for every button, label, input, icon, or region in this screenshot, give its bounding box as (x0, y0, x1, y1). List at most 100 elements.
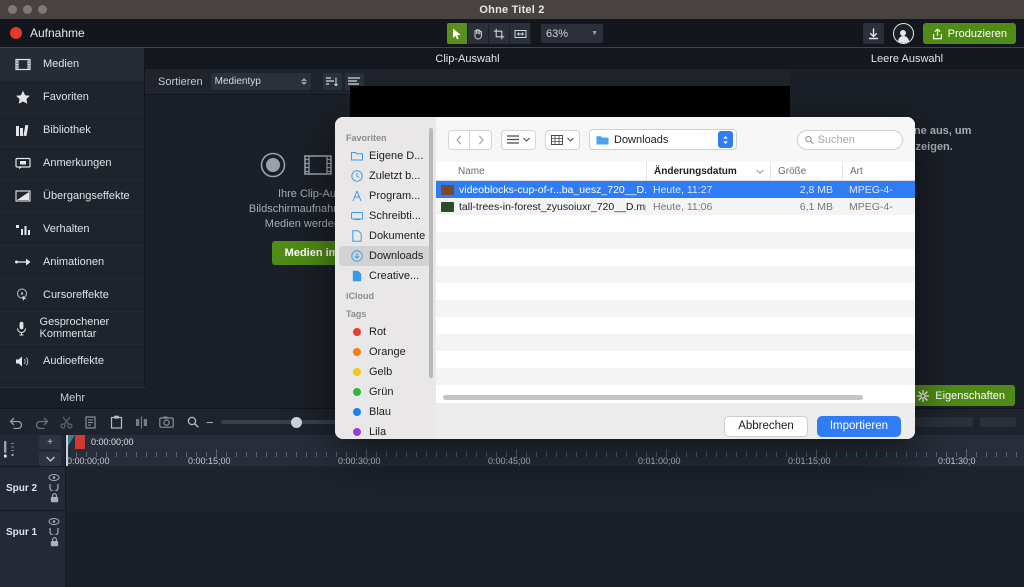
file-row-empty (436, 351, 915, 368)
sidebar-item-uebergangseffekte[interactable]: Übergangseffekte (0, 180, 144, 213)
dialog-sidebar-item[interactable]: Program... (339, 186, 431, 206)
column-date[interactable]: Änderungsdatum (646, 162, 770, 180)
dialog-sidebar-item[interactable]: Zuletzt b... (339, 166, 431, 186)
dialog-tag-item[interactable]: Orange (339, 342, 431, 362)
dialog-sidebar-item[interactable]: Dokumente (339, 226, 431, 246)
forward-button[interactable] (470, 129, 492, 150)
loop-icon[interactable] (48, 483, 60, 491)
zoom-out-button[interactable]: − (206, 416, 214, 429)
sidebar-item-gesprochener-kommentar[interactable]: Gesprochener Kommentar (0, 312, 144, 345)
file-row-empty (436, 317, 915, 334)
collapse-tracks-button[interactable] (39, 452, 61, 466)
stepper-icon (300, 78, 307, 85)
dialog-tag-item[interactable]: Grün (339, 382, 431, 402)
file-kind: MPEG-4- (849, 183, 893, 196)
column-size[interactable]: Größe (770, 162, 842, 180)
file-row-empty (436, 300, 915, 317)
produce-button[interactable]: Produzieren (922, 23, 1016, 44)
location-select[interactable]: Downloads (589, 129, 737, 150)
sidebar-item-animationen[interactable]: Animationen (0, 246, 144, 279)
track-icons (48, 474, 60, 503)
list-view-toggle[interactable] (501, 129, 536, 150)
sidebar-item-anmerkungen[interactable]: Anmerkungen (0, 147, 144, 180)
playhead-marker[interactable]: 0:00:00;00 (66, 435, 134, 449)
playhead-handle[interactable] (75, 435, 85, 449)
sort-value: Medientyp (214, 76, 261, 87)
properties-button[interactable]: Eigenschaften (907, 385, 1015, 406)
favorites-list: Eigene D... Zuletzt b... Program... Schreib… (335, 146, 436, 286)
dialog-sidebar-item-label: Creative... (369, 270, 420, 282)
zoom-level-select[interactable]: 63% ▼ (541, 24, 603, 43)
dialog-tag-item[interactable]: Lila (339, 422, 431, 439)
file-name-cell: tall-trees-in-forest_zyusoiuxr_720__D.mp… (436, 201, 646, 213)
track-header-row[interactable]: Spur 1 (0, 510, 65, 554)
sidebar-item-verhalten[interactable]: Verhalten (0, 213, 144, 246)
dialog-sidebar-item[interactable]: Creative... (339, 266, 431, 286)
sidebar-item-audioeffekte[interactable]: Audioeffekte (0, 345, 144, 378)
folder-icon (350, 151, 363, 161)
dialog-tag-item[interactable]: Blau (339, 402, 431, 422)
canvas-tools: 63% ▼ (447, 23, 603, 44)
timeline-zoom-slider[interactable] (220, 416, 339, 428)
sidebar-item-favoriten[interactable]: Favoriten (0, 81, 144, 114)
hand-tool-button[interactable] (468, 23, 489, 44)
cut-icon[interactable] (54, 410, 79, 435)
sort-select[interactable]: Medientyp (210, 73, 311, 90)
paste-icon[interactable] (104, 410, 129, 435)
select-tool-button[interactable] (447, 23, 468, 44)
copy-icon[interactable] (79, 410, 104, 435)
list-view-button[interactable] (322, 73, 342, 90)
eye-icon[interactable] (48, 518, 60, 525)
lock-icon[interactable] (50, 493, 59, 503)
track-lane[interactable] (66, 466, 1024, 510)
sidebar-item-cursoreffekte[interactable]: Cursoreffekte (0, 279, 144, 312)
zoom-slider-handle[interactable] (290, 416, 302, 428)
column-kind[interactable]: Art (842, 162, 915, 180)
dialog-sidebar-item[interactable]: Downloads (339, 246, 431, 266)
cancel-button[interactable]: Abbrechen (724, 415, 808, 437)
animation-icon (14, 257, 32, 267)
add-track-button[interactable]: + (39, 435, 61, 449)
lock-icon[interactable] (50, 537, 59, 547)
file-list-hscrollbar[interactable] (436, 391, 915, 403)
redo-icon[interactable] (29, 410, 54, 435)
dialog-sidebar-item[interactable]: Eigene D... (339, 146, 431, 166)
snapshot-icon[interactable] (154, 410, 179, 435)
sidebar-item-medien[interactable]: Medien (0, 48, 144, 81)
sidebar-item-bibliothek[interactable]: Bibliothek (0, 114, 144, 147)
record-button[interactable]: Aufnahme (0, 26, 85, 40)
eye-icon[interactable] (48, 474, 60, 481)
tracks-area[interactable] (66, 466, 1024, 587)
back-button[interactable] (448, 129, 470, 150)
sidebar-scrollbar[interactable] (429, 128, 433, 378)
cursor-icon (14, 288, 32, 302)
file-date: Heute, 11:27 (653, 183, 713, 196)
dialog-sidebar-item[interactable]: Schreibti... (339, 206, 431, 226)
column-name[interactable]: Name (436, 162, 646, 180)
crop-tool-button[interactable] (489, 23, 510, 44)
group-view-toggle[interactable] (545, 129, 580, 150)
search-field[interactable] (797, 129, 903, 150)
dialog-main: Downloads Name Änderungsdatum Größe Ar (436, 117, 915, 439)
import-button[interactable]: Importieren (816, 415, 901, 437)
track-lane[interactable] (66, 510, 1024, 554)
split-icon[interactable] (129, 410, 154, 435)
file-list[interactable]: videoblocks-cup-of-r...ba_uesz_720__D.mp… (436, 181, 915, 391)
file-row[interactable]: tall-trees-in-forest_zyusoiuxr_720__D.mp… (436, 198, 915, 215)
undo-icon[interactable] (4, 410, 29, 435)
timeline-ruler[interactable]: 0:00:00;00 0:00:00;00 0:00:15;00 0:00:30;0… (66, 435, 1024, 466)
magnifier-icon[interactable] (187, 416, 199, 428)
download-button[interactable] (862, 23, 884, 44)
sidebar-more-button[interactable]: Mehr (0, 387, 145, 408)
dialog-tag-item[interactable]: Rot (339, 322, 431, 342)
file-row[interactable]: videoblocks-cup-of-r...ba_uesz_720__D.mp… (436, 181, 915, 198)
loop-icon[interactable] (48, 527, 60, 535)
account-avatar[interactable] (892, 23, 914, 44)
dialog-tag-item[interactable]: Gelb (339, 362, 431, 382)
folder-icon (596, 136, 609, 145)
window-titlebar: Ohne Titel 2 (0, 0, 1024, 19)
search-input[interactable] (817, 133, 895, 146)
file-icon (350, 270, 363, 282)
fit-tool-button[interactable] (510, 23, 531, 44)
track-header-row[interactable]: Spur 2 (0, 466, 65, 510)
